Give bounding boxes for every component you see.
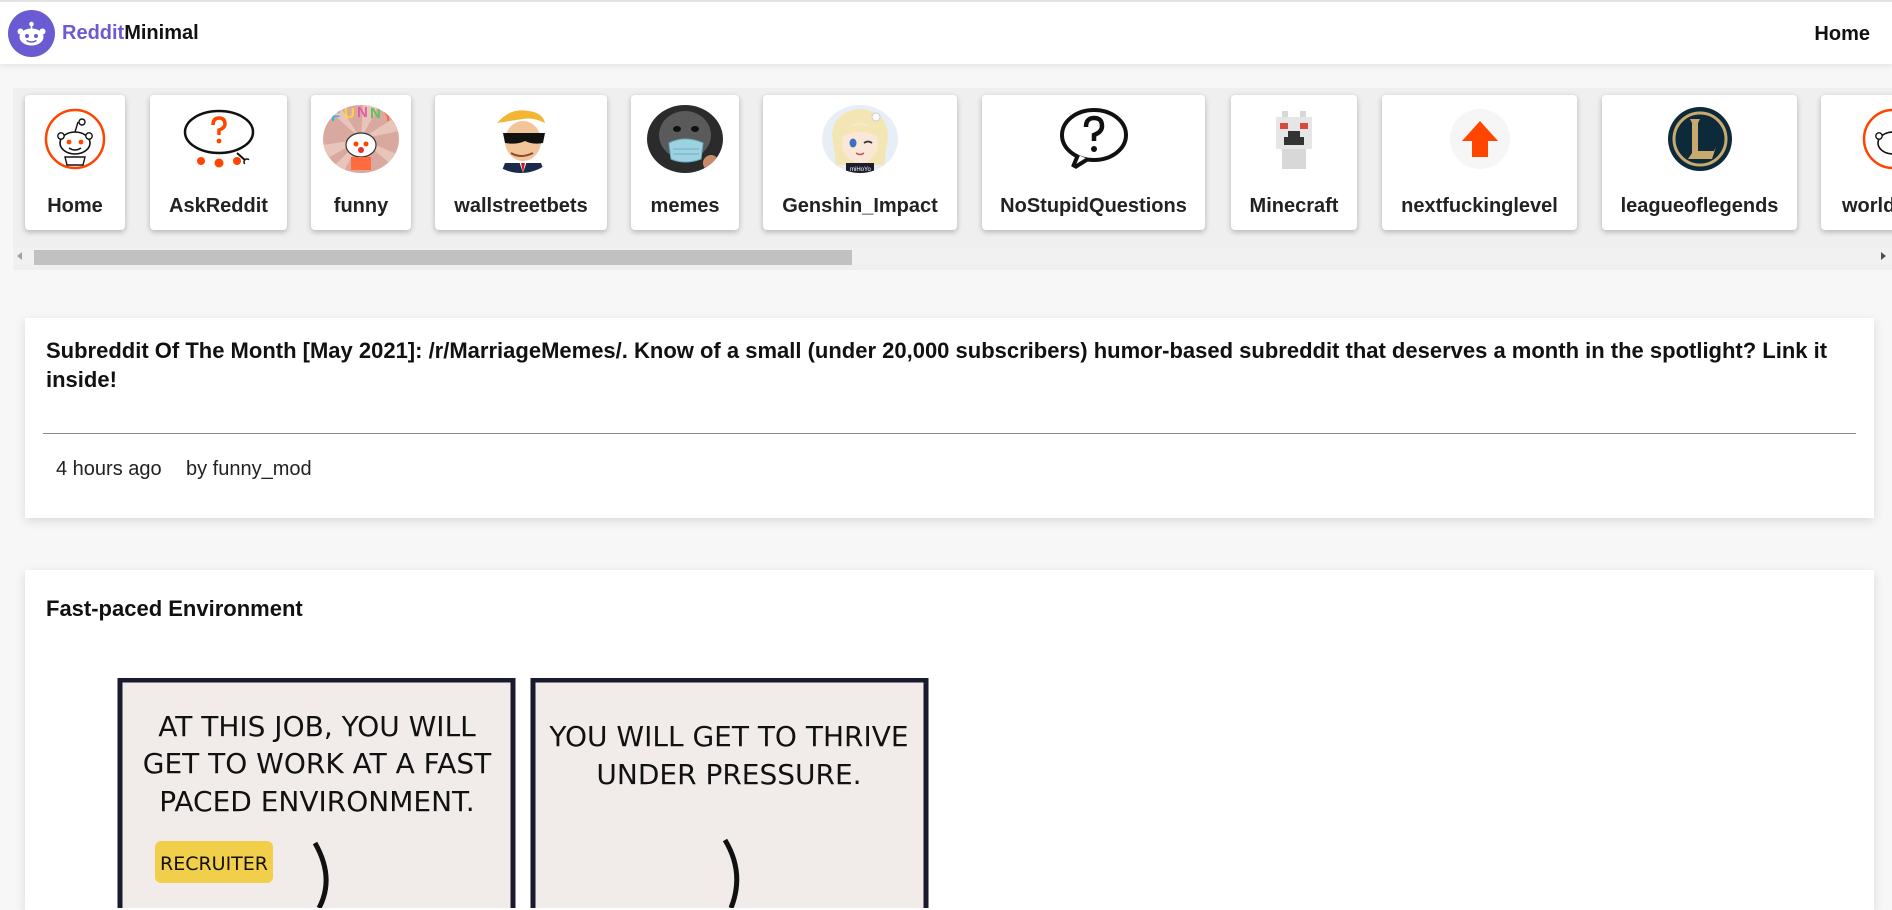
subreddit-card-home[interactable]: Home: [25, 95, 125, 230]
subreddit-card-funny[interactable]: F U N N Y funny: [311, 95, 411, 230]
wallstreetbets-icon: [483, 105, 559, 173]
post-card[interactable]: Fast-paced Environment AT THIS JOB, YOU …: [25, 570, 1874, 910]
genshin-icon: miHoYo: [822, 105, 898, 173]
subreddit-card-label: Minecraft: [1249, 195, 1339, 217]
subreddit-card-leagueoflegends[interactable]: leagueoflegends: [1602, 95, 1797, 230]
reddit-alien-icon: [37, 105, 113, 173]
comic-panel1-line1: AT THIS JOB, YOU WILL: [158, 710, 476, 743]
post-comic-image[interactable]: AT THIS JOB, YOU WILL GET TO WORK AT A F…: [95, 678, 935, 908]
post-title[interactable]: Fast-paced Environment: [46, 594, 1854, 623]
subreddit-card-genshin-impact[interactable]: miHoYo Genshin_Impact: [763, 95, 957, 230]
subreddit-card-label: memes: [650, 195, 720, 217]
reddit-logo-icon[interactable]: [8, 10, 55, 57]
memes-icon: [647, 105, 723, 173]
subreddit-card-nextfuckinglevel[interactable]: nextfuckinglevel: [1382, 95, 1577, 230]
up-arrow-icon: [1442, 105, 1518, 173]
svg-text:N: N: [370, 105, 381, 122]
subreddit-card-label: AskReddit: [169, 195, 268, 217]
svg-text:N: N: [357, 105, 368, 121]
subreddit-card-label: Home: [47, 195, 103, 217]
speech-bubble-question-icon: [1055, 105, 1132, 173]
subreddit-card-label: wallstreetbets: [454, 195, 588, 217]
subreddit-card-nostupidquestions[interactable]: NoStupidQuestions: [982, 95, 1205, 230]
scroll-left-arrow-icon[interactable]: [17, 252, 22, 260]
comic-panel1-line3: PACED ENVIRONMENT.: [159, 785, 474, 818]
askreddit-icon: [180, 105, 257, 173]
subreddit-card-minecraft[interactable]: Minecraft: [1231, 95, 1357, 230]
svg-text:F: F: [331, 108, 340, 125]
subreddit-card-label: Genshin_Impact: [782, 195, 938, 217]
comic-panel2-line1: YOU WILL GET TO THRIVE: [548, 720, 908, 753]
subreddit-card-askreddit[interactable]: AskReddit: [150, 95, 287, 230]
svg-text:U: U: [344, 105, 355, 122]
minecraft-icon: [1256, 105, 1332, 173]
post-author[interactable]: by funny_mod: [186, 458, 312, 481]
carousel-scrollbar-thumb[interactable]: [34, 250, 852, 265]
subreddit-carousel[interactable]: Home AskReddit F U N N Y funny wallstree…: [13, 88, 1892, 270]
reddit-alien-icon: [1855, 105, 1892, 173]
post-timestamp: 4 hours ago: [56, 458, 162, 480]
subreddit-card-label: worldnews: [1842, 195, 1892, 217]
league-logo-icon: [1662, 105, 1738, 173]
comic-panel1-line2: GET TO WORK AT A FAST: [143, 747, 492, 780]
subreddit-card-worldnews[interactable]: worldnews: [1821, 95, 1892, 230]
subreddit-card-label: funny: [333, 195, 389, 217]
subreddit-card-wallstreetbets[interactable]: wallstreetbets: [435, 95, 607, 230]
subreddit-card-label: nextfuckinglevel: [1401, 195, 1558, 217]
subreddit-card-label: leagueoflegends: [1620, 195, 1779, 217]
brand-part-minimal: Minimal: [124, 22, 199, 44]
top-bar: RedditMinimal Home: [0, 0, 1892, 64]
nav-home-link[interactable]: Home: [1814, 23, 1870, 46]
subreddit-card-memes[interactable]: memes: [631, 95, 739, 230]
svg-text:Y: Y: [383, 108, 393, 125]
post-title[interactable]: Subreddit Of The Month [May 2021]: /r/Ma…: [46, 336, 1854, 394]
subreddit-card-label: NoStupidQuestions: [1000, 195, 1187, 217]
post-card[interactable]: Subreddit Of The Month [May 2021]: /r/Ma…: [25, 318, 1874, 518]
scroll-right-arrow-icon[interactable]: [1881, 252, 1886, 260]
svg-text:miHoYo: miHoYo: [850, 167, 871, 173]
comic-panel2-line2: UNDER PRESSURE.: [596, 758, 861, 791]
funny-icon: F U N N Y: [323, 105, 399, 173]
brand-name[interactable]: RedditMinimal: [62, 22, 199, 45]
post-divider: [43, 433, 1856, 434]
comic-recruiter-tag: RECRUITER: [160, 853, 268, 875]
brand-part-reddit: Reddit: [62, 22, 125, 44]
